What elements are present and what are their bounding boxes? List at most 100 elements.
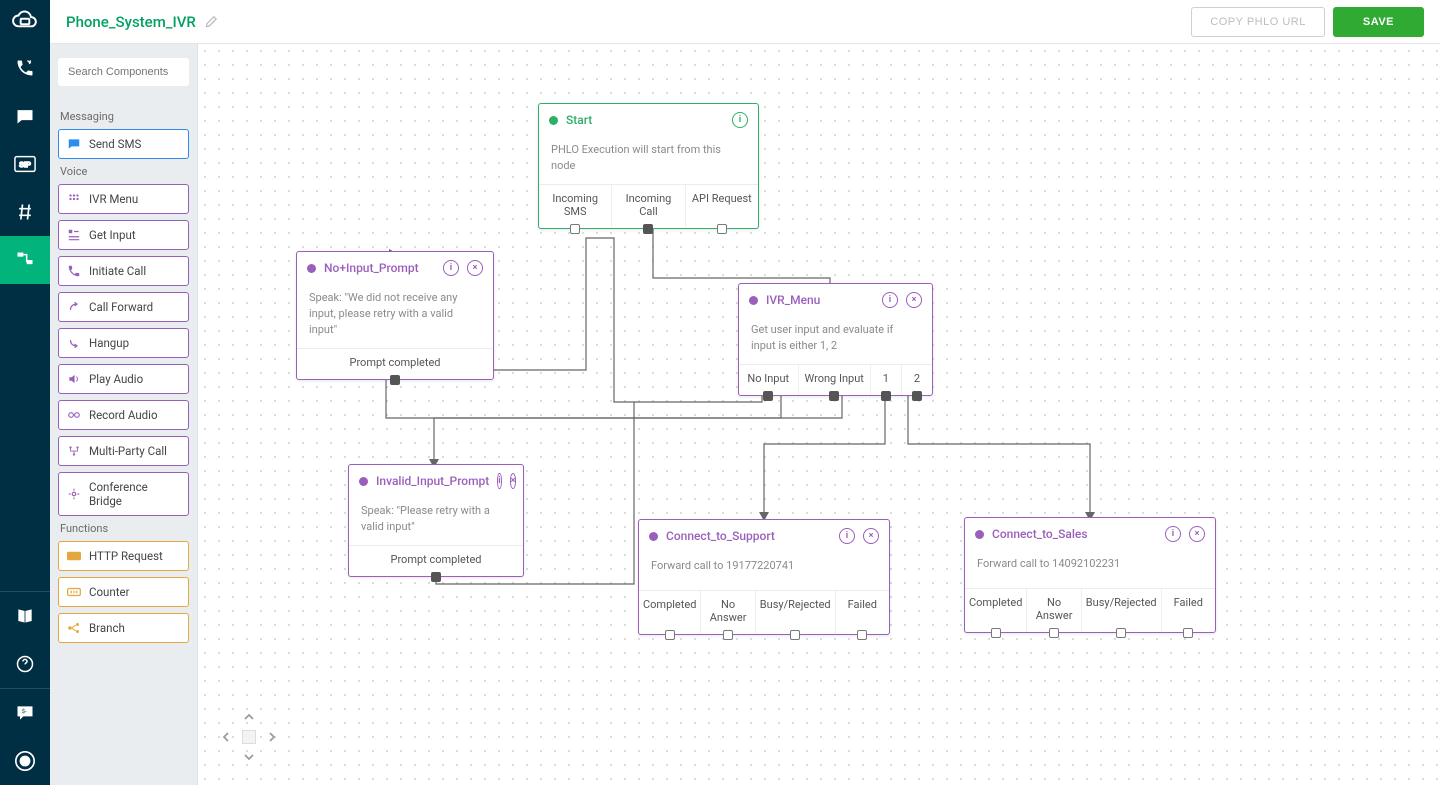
output-no-answer[interactable]: No Answer (701, 591, 755, 634)
svg-text:$-: $- (22, 708, 27, 715)
copy-url-button[interactable]: COPY PHLO URL (1191, 7, 1325, 37)
node-no-input-prompt[interactable]: No+Input_Prompt i × Speak: "We did not r… (296, 251, 494, 380)
output-incoming-sms[interactable]: Incoming SMS (539, 185, 612, 228)
component-initiate-call[interactable]: Initiate Call (58, 256, 189, 286)
node-title: Connect_to_Sales (992, 527, 1157, 541)
page-title-text: Phone_System_IVR (66, 13, 196, 31)
nav-feedback[interactable]: $- (0, 689, 50, 737)
node-connect-to-support[interactable]: Connect_to_Support i × Forward call to 1… (638, 519, 890, 635)
component-send-sms[interactable]: Send SMS (58, 129, 189, 159)
component-label: Call Forward (89, 300, 153, 314)
nav-docs[interactable] (0, 592, 50, 640)
info-icon[interactable]: i (443, 260, 459, 276)
save-button[interactable]: SAVE (1333, 7, 1424, 37)
close-icon[interactable]: × (467, 260, 483, 276)
component-play-audio[interactable]: Play Audio (58, 364, 189, 394)
component-label: Initiate Call (89, 264, 146, 278)
output-completed[interactable]: Completed (965, 589, 1027, 632)
output-2[interactable]: 2 (902, 365, 932, 395)
component-label: Play Audio (89, 372, 143, 386)
output-failed[interactable]: Failed (1162, 589, 1215, 632)
component-get-input[interactable]: Get Input (58, 220, 189, 250)
output-completed[interactable]: Completed (639, 591, 701, 634)
nav-numbers[interactable] (0, 188, 50, 236)
status-dot (749, 296, 758, 305)
component-label: IVR Menu (89, 192, 138, 206)
close-icon[interactable]: × (906, 292, 922, 308)
component-label: Multi-Party Call (89, 444, 167, 458)
info-icon[interactable]: i (1165, 526, 1181, 542)
close-icon[interactable]: × (863, 528, 879, 544)
http-icon (67, 549, 81, 563)
status-dot (307, 264, 316, 273)
info-icon[interactable]: i (882, 292, 898, 308)
component-label: HTTP Request (89, 549, 163, 563)
volume-icon (67, 372, 81, 386)
status-dot (649, 532, 658, 541)
output-no-answer[interactable]: No Answer (1027, 589, 1081, 632)
nav-calls[interactable] (0, 44, 50, 92)
section-functions-label: Functions (60, 522, 189, 535)
node-description: Speak: "We did not receive any input, pl… (297, 282, 493, 348)
nav-account[interactable] (0, 737, 50, 785)
canvas-nav (216, 707, 282, 767)
svg-text:SIP: SIP (19, 160, 31, 169)
canvas[interactable]: Start i PHLO Execution will start from t… (198, 44, 1440, 785)
branch-icon (67, 621, 81, 635)
node-description: Get user input and evaluate if input is … (739, 314, 932, 364)
component-hangup[interactable]: Hangup (58, 328, 189, 358)
output-prompt-completed[interactable]: Prompt completed (297, 349, 493, 379)
output-failed[interactable]: Failed (836, 591, 889, 634)
component-ivr-menu[interactable]: IVR Menu (58, 184, 189, 214)
component-conference[interactable]: Conference Bridge (58, 472, 189, 516)
component-label: Hangup (89, 336, 129, 350)
info-icon[interactable]: i (732, 112, 748, 128)
output-1[interactable]: 1 (871, 365, 902, 395)
node-description: Speak: "Please retry with a valid input" (349, 495, 523, 545)
component-call-forward[interactable]: Call Forward (58, 292, 189, 322)
node-description: PHLO Execution will start from this node (539, 134, 758, 184)
pan-right-icon[interactable] (262, 727, 282, 747)
pan-left-icon[interactable] (216, 727, 236, 747)
node-ivr-menu[interactable]: IVR_Menu i × Get user input and evaluate… (738, 283, 933, 396)
component-label: Conference Bridge (89, 480, 180, 508)
nav-flow-builder[interactable] (0, 236, 50, 284)
component-record-audio[interactable]: Record Audio (58, 400, 189, 430)
component-multi-party[interactable]: Multi-Party Call (58, 436, 189, 466)
node-connect-to-sales[interactable]: Connect_to_Sales i × Forward call to 140… (964, 517, 1216, 633)
node-title: Connect_to_Support (666, 529, 831, 543)
edit-icon[interactable] (204, 15, 218, 29)
pan-center[interactable] (242, 730, 256, 744)
node-invalid-input-prompt[interactable]: Invalid_Input_Prompt i × Speak: "Please … (348, 464, 524, 577)
nav-help[interactable] (0, 640, 50, 688)
pan-down-icon[interactable] (239, 747, 259, 767)
output-api-request[interactable]: API Request (686, 185, 758, 228)
node-start[interactable]: Start i PHLO Execution will start from t… (538, 103, 759, 229)
record-icon (67, 408, 81, 422)
component-branch[interactable]: Branch (58, 613, 189, 643)
node-title: Invalid_Input_Prompt (376, 474, 489, 488)
info-icon[interactable]: i (497, 473, 501, 489)
output-incoming-call[interactable]: Incoming Call (612, 185, 685, 228)
close-icon[interactable]: × (510, 473, 517, 489)
output-no-input[interactable]: No Input (739, 365, 799, 395)
node-description: Forward call to 14092102231 (965, 548, 1215, 588)
output-busy-rejected[interactable]: Busy/Rejected (1082, 589, 1162, 632)
brand-logo (0, 0, 50, 44)
component-http-request[interactable]: HTTP Request (58, 541, 189, 571)
pan-up-icon[interactable] (239, 707, 259, 727)
component-label: Branch (89, 621, 125, 635)
component-counter[interactable]: Counter (58, 577, 189, 607)
dialpad-icon (67, 192, 81, 206)
multi-party-icon (67, 444, 81, 458)
close-icon[interactable]: × (1189, 526, 1205, 542)
nav-rail: SIP $- (0, 0, 50, 785)
nav-sip[interactable]: SIP (0, 140, 50, 188)
info-icon[interactable]: i (839, 528, 855, 544)
nav-messages[interactable] (0, 92, 50, 140)
output-wrong-input[interactable]: Wrong Input (799, 365, 871, 395)
search-input[interactable] (58, 58, 189, 86)
output-busy-rejected[interactable]: Busy/Rejected (756, 591, 836, 634)
output-prompt-completed[interactable]: Prompt completed (349, 546, 523, 576)
component-label: Record Audio (89, 408, 158, 422)
